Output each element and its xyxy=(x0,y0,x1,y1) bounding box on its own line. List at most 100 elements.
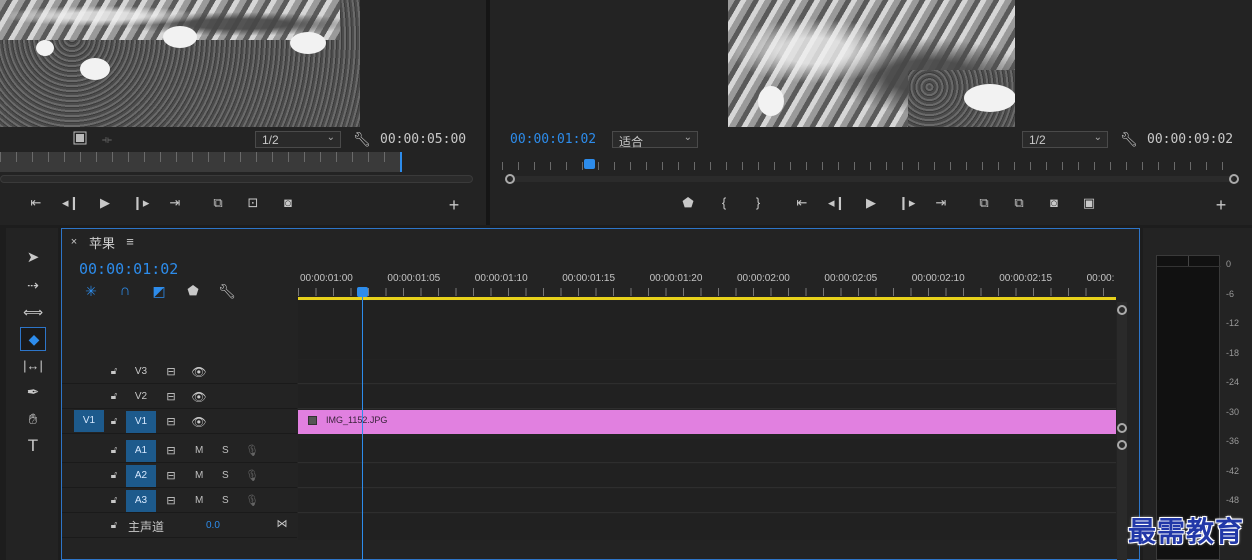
track-target-button[interactable]: V1 xyxy=(126,411,156,433)
video-clip[interactable]: IMG_1152.JPG xyxy=(298,410,1116,434)
add-marker-icon[interactable]: ⬟ xyxy=(185,283,201,299)
lock-icon[interactable]: 🔓︎ xyxy=(108,468,120,484)
go-to-out-icon[interactable]: ⇥ xyxy=(932,195,950,211)
tools-grip[interactable] xyxy=(0,228,6,560)
film-icon[interactable] xyxy=(73,131,89,147)
sync-lock-icon[interactable]: ⊟ xyxy=(163,468,179,484)
source-scrollbar[interactable] xyxy=(0,175,473,183)
wrench-icon[interactable]: 🔧︎ xyxy=(353,131,371,147)
track-target-button[interactable]: V2 xyxy=(126,386,156,408)
fit-dropdown[interactable]: 适合 ⌄ xyxy=(612,131,698,149)
solo-button[interactable]: S xyxy=(222,495,229,506)
vscroll-handle-low[interactable] xyxy=(1117,440,1127,450)
track-target-button[interactable]: A2 xyxy=(126,465,156,487)
program-track-bar[interactable] xyxy=(510,176,1234,182)
lock-icon[interactable]: 🔓︎ xyxy=(108,389,120,405)
close-icon[interactable]: × xyxy=(68,234,80,250)
mark-in-icon[interactable]: ⇤ xyxy=(27,195,45,211)
work-area-bar[interactable] xyxy=(298,297,1116,300)
go-to-in-icon[interactable]: ⇤ xyxy=(793,195,811,211)
lift-icon[interactable]: ⧉ xyxy=(974,195,994,211)
snap-icon[interactable]: ∩ xyxy=(116,283,134,299)
mute-button[interactable]: M xyxy=(195,445,203,456)
sync-lock-icon[interactable]: ⊟ xyxy=(163,443,179,459)
timeline-current-time[interactable]: 00:00:01:02 xyxy=(79,260,178,278)
track-select-tool-icon[interactable]: ⇢ xyxy=(24,277,42,293)
microphone-icon[interactable]: 🎙︎ xyxy=(245,493,259,509)
sync-lock-icon[interactable]: ⊟ xyxy=(163,493,179,509)
wrench-icon[interactable]: 🔧︎ xyxy=(1120,131,1138,147)
track-target-button[interactable]: A1 xyxy=(126,440,156,462)
track-target-button[interactable]: V3 xyxy=(126,361,156,383)
lock-icon[interactable]: 🔓︎ xyxy=(108,518,120,534)
microphone-icon[interactable]: 🎙︎ xyxy=(245,443,259,459)
drag-audio-icon[interactable]: ⟛ xyxy=(98,132,116,148)
ripple-edit-tool-icon[interactable]: ⟺ xyxy=(23,304,43,320)
collapse-icon[interactable]: ⋈ xyxy=(274,516,290,532)
track-target-button[interactable]: A3 xyxy=(126,490,156,512)
step-forward-icon[interactable]: ❙▸ xyxy=(898,195,915,211)
panel-menu-icon[interactable]: ≡ xyxy=(123,234,137,250)
eye-icon[interactable]: 👁︎ xyxy=(191,364,207,380)
source-zoom-dropdown[interactable]: 1/2 ⌄ xyxy=(255,131,341,148)
camera-icon[interactable]: ◙ xyxy=(1046,195,1062,211)
timeline-playhead-head[interactable] xyxy=(357,287,368,297)
lock-icon[interactable]: 🔓︎ xyxy=(108,364,120,380)
lock-icon[interactable]: 🔓︎ xyxy=(108,443,120,459)
sequence-tab-title[interactable]: 苹果 xyxy=(89,233,115,252)
overwrite-icon[interactable]: ⊡ xyxy=(243,195,263,211)
sync-lock-icon[interactable]: ⊟ xyxy=(163,364,179,380)
step-forward-icon[interactable]: ❙▸ xyxy=(132,195,149,211)
program-current-time[interactable]: 00:00:01:02 xyxy=(510,132,596,147)
source-patch-button[interactable]: V1 xyxy=(74,410,104,432)
pen-tool-icon[interactable]: ✒ xyxy=(24,385,42,401)
lock-icon[interactable]: 🔓︎ xyxy=(108,414,120,430)
mute-button[interactable]: M xyxy=(195,495,203,506)
slip-tool-icon[interactable]: |↔| xyxy=(22,358,44,374)
step-back-icon[interactable]: ◂❙ xyxy=(828,195,845,211)
vscroll-handle-mid[interactable] xyxy=(1117,423,1127,433)
hand-tool-icon[interactable]: ✋︎ xyxy=(24,412,42,428)
selection-tool-icon[interactable]: ➤ xyxy=(24,250,42,266)
eye-icon[interactable]: 👁︎ xyxy=(191,389,207,405)
mark-in-icon[interactable]: { xyxy=(716,195,732,211)
sync-lock-icon[interactable]: ⊟ xyxy=(163,414,179,430)
program-zoom-dropdown[interactable]: 1/2 ⌄ xyxy=(1022,131,1108,148)
video-track-lane xyxy=(298,360,1116,384)
camera-icon[interactable]: ◙ xyxy=(280,195,296,211)
step-back-icon[interactable]: ◂❙ xyxy=(62,195,79,211)
scroll-handle-right[interactable] xyxy=(1229,174,1239,184)
lock-icon[interactable]: 🔓︎ xyxy=(108,493,120,509)
play-icon[interactable]: ▶ xyxy=(97,195,113,211)
sync-lock-icon[interactable]: ⊟ xyxy=(163,389,179,405)
compare-icon[interactable]: ▣ xyxy=(1079,195,1099,211)
marker-icon[interactable]: ⬟ xyxy=(680,195,696,211)
mark-out-icon[interactable]: } xyxy=(750,195,766,211)
scroll-handle-left[interactable] xyxy=(505,174,515,184)
microphone-icon[interactable]: 🎙︎ xyxy=(245,468,259,484)
insert-icon[interactable]: ⧉ xyxy=(208,195,228,211)
extract-icon[interactable]: ⧉ xyxy=(1009,195,1029,211)
solo-button[interactable]: S xyxy=(222,470,229,481)
solo-button[interactable]: S xyxy=(222,445,229,456)
program-playhead[interactable] xyxy=(584,159,595,169)
audio-track-lane xyxy=(298,464,1116,488)
nest-icon[interactable]: ✳ xyxy=(82,283,100,299)
add-button-icon[interactable]: + xyxy=(446,196,462,214)
mute-button[interactable]: M xyxy=(195,470,203,481)
timeline-playhead-line[interactable] xyxy=(362,297,363,560)
razor-tool-button[interactable]: ◆ xyxy=(20,327,46,351)
type-tool-icon[interactable]: T xyxy=(24,437,42,454)
source-mini-timeline[interactable] xyxy=(0,152,401,172)
program-ruler[interactable] xyxy=(502,162,1236,170)
add-button-icon[interactable]: + xyxy=(1213,196,1229,214)
master-volume[interactable]: 0.0 xyxy=(206,520,220,531)
go-to-out-icon[interactable]: ⇥ xyxy=(166,195,184,211)
vscroll-handle-top[interactable] xyxy=(1117,305,1127,315)
fit-value: 适合 xyxy=(619,135,644,149)
linked-selection-icon[interactable]: ◩ xyxy=(150,283,168,299)
wrench-icon[interactable]: 🔧︎ xyxy=(218,283,236,299)
play-icon[interactable]: ▶ xyxy=(863,195,879,211)
eye-icon[interactable]: 👁︎ xyxy=(191,414,207,430)
ruler-label: 00:00:01:00 xyxy=(300,273,353,284)
